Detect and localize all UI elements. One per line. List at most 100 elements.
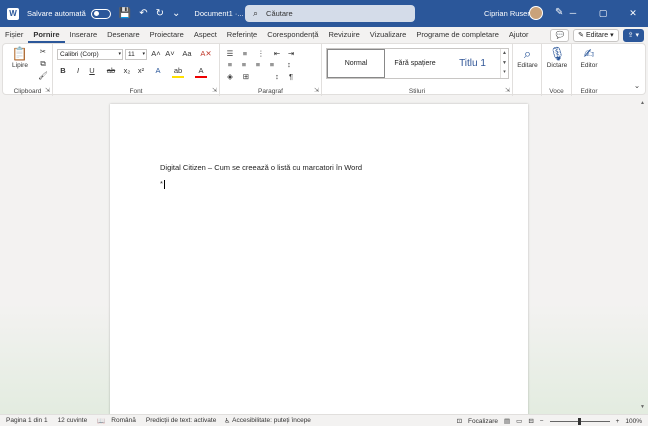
- dictate-button[interactable]: 🎙 Dictare: [544, 47, 570, 70]
- close-button[interactable]: ✕: [618, 0, 648, 27]
- paste-label: Lipire: [12, 62, 28, 69]
- tab-review[interactable]: Revizuire: [324, 27, 365, 43]
- window-controls: ─ ▢ ✕: [558, 0, 648, 27]
- increase-indent-icon[interactable]: ⇥: [285, 49, 297, 59]
- decrease-indent-icon[interactable]: ⇤: [271, 49, 283, 59]
- italic-button[interactable]: I: [72, 66, 84, 76]
- font-name-select[interactable]: Calibri (Corp) ▾: [57, 49, 123, 60]
- customize-toolbar-icon[interactable]: ⌄: [172, 8, 180, 19]
- vertical-scrollbar[interactable]: ▲ ▼: [640, 100, 646, 410]
- sort-icon[interactable]: ↕: [271, 72, 283, 82]
- redo-icon[interactable]: ↻: [156, 8, 164, 19]
- comments-button[interactable]: 💬: [550, 28, 570, 42]
- avatar[interactable]: [529, 6, 543, 20]
- editing-mode-button[interactable]: ✎ Editare ▾: [573, 28, 619, 42]
- align-left-icon[interactable]: ≡: [224, 60, 236, 70]
- zoom-in-button[interactable]: +: [616, 418, 620, 425]
- cut-icon[interactable]: ✂: [37, 47, 49, 57]
- scroll-up-icon[interactable]: ▲: [640, 100, 645, 106]
- bold-button[interactable]: B: [57, 66, 69, 76]
- tab-mailings[interactable]: Corespondență: [262, 27, 323, 43]
- undo-icon[interactable]: ↶: [139, 8, 147, 19]
- tab-help[interactable]: Ajutor: [504, 27, 534, 43]
- share-button[interactable]: ⇪ ▾: [622, 28, 644, 42]
- user-name[interactable]: Ciprian Rusen: [484, 9, 532, 18]
- word-count[interactable]: 12 cuvinte: [58, 417, 88, 424]
- tab-addins[interactable]: Programe de completare: [411, 27, 504, 43]
- editing-button[interactable]: ⌕ Editare: [515, 47, 540, 70]
- align-right-icon[interactable]: ≡: [252, 60, 264, 70]
- clear-formatting-icon[interactable]: A✕: [200, 49, 212, 59]
- tab-file[interactable]: Fișier: [0, 27, 28, 43]
- maximize-button[interactable]: ▢: [588, 0, 618, 27]
- minimize-button[interactable]: ─: [558, 0, 588, 27]
- font-color-icon[interactable]: A: [195, 66, 207, 78]
- document-page[interactable]: Digital Citizen – Cum se creează o listă…: [110, 104, 528, 414]
- web-layout-icon[interactable]: ⊟: [528, 417, 533, 425]
- shading-icon[interactable]: ◈: [224, 72, 236, 82]
- style-no-spacing[interactable]: Fără spațiere: [385, 49, 445, 78]
- tab-draw[interactable]: Desenare: [102, 27, 145, 43]
- styles-scroll[interactable]: ▲ ▼ ▾: [500, 49, 508, 78]
- show-marks-icon[interactable]: ¶: [285, 72, 297, 82]
- editor-button[interactable]: ✍ Editor: [575, 47, 603, 70]
- text-effects-icon[interactable]: A: [152, 66, 164, 76]
- shrink-font-icon[interactable]: A˅: [164, 49, 176, 59]
- styles-launcher-icon[interactable]: ⇲: [505, 87, 510, 94]
- focus-label[interactable]: Focalizare: [468, 418, 498, 425]
- collapse-ribbon-icon[interactable]: ⌄: [631, 81, 643, 91]
- tab-view[interactable]: Vizualizare: [365, 27, 412, 43]
- style-heading-1[interactable]: Titlu 1: [445, 49, 500, 78]
- align-center-icon[interactable]: ≡: [238, 60, 250, 70]
- search-input[interactable]: ⌕ Căutare: [245, 5, 415, 22]
- document-name[interactable]: Document1 ·...: [194, 9, 243, 18]
- clipboard-launcher-icon[interactable]: ⇲: [45, 87, 50, 94]
- multilevel-list-icon[interactable]: ⋮: [255, 49, 267, 59]
- zoom-slider-thumb[interactable]: [577, 417, 581, 425]
- font-size-select[interactable]: 11 ▾: [125, 49, 147, 60]
- document-text-line-2[interactable]: *: [160, 179, 165, 189]
- proofing-icon[interactable]: 📖: [97, 417, 105, 425]
- subscript-button[interactable]: x₂: [121, 66, 133, 76]
- document-text-line-1[interactable]: Digital Citizen – Cum se creează o listă…: [160, 163, 362, 172]
- accessibility-icon[interactable]: ♿: [224, 417, 230, 425]
- zoom-level[interactable]: 100%: [625, 418, 642, 425]
- format-painter-icon[interactable]: 🖌: [37, 71, 49, 81]
- zoom-out-button[interactable]: −: [540, 418, 544, 425]
- font-launcher-icon[interactable]: ⇲: [212, 87, 217, 94]
- line-spacing-icon[interactable]: ↕: [283, 60, 295, 70]
- bullets-icon[interactable]: ☰: [224, 49, 236, 59]
- copy-icon[interactable]: ⧉: [37, 59, 49, 69]
- underline-button[interactable]: U: [86, 66, 98, 76]
- page-count[interactable]: Pagina 1 din 1: [6, 417, 48, 424]
- superscript-button[interactable]: x²: [135, 66, 147, 76]
- font-size-value: 11: [128, 51, 135, 58]
- focus-icon[interactable]: ⊡: [457, 417, 462, 425]
- tab-references[interactable]: Referințe: [222, 27, 262, 43]
- paragraph-launcher-icon[interactable]: ⇲: [314, 87, 319, 94]
- accessibility-status[interactable]: Accesibilitate: puteți începe: [232, 417, 311, 424]
- tab-insert[interactable]: Inserare: [65, 27, 103, 43]
- strikethrough-button[interactable]: ab: [105, 66, 117, 76]
- text-predictions[interactable]: Predicții de text: activate: [146, 417, 216, 424]
- tab-layout[interactable]: Aspect: [189, 27, 222, 43]
- tab-design[interactable]: Proiectare: [145, 27, 189, 43]
- paste-button[interactable]: 📋 Lipire: [9, 47, 31, 70]
- style-normal[interactable]: Normal: [327, 49, 385, 78]
- language[interactable]: Română: [111, 417, 136, 424]
- styles-group-label: Stiluri: [408, 88, 426, 95]
- highlight-color-icon[interactable]: ab: [172, 66, 184, 78]
- scroll-down-icon[interactable]: ▼: [640, 404, 645, 410]
- tab-home[interactable]: Pornire: [28, 27, 65, 43]
- zoom-slider[interactable]: [549, 417, 610, 425]
- clipboard-group: 📋 Lipire ✂ ⧉ 🖌 Clipboard ⇲: [3, 44, 53, 96]
- borders-icon[interactable]: ⊞: [240, 72, 252, 82]
- grow-font-icon[interactable]: A˄: [150, 49, 162, 59]
- numbering-icon[interactable]: ≡: [239, 49, 251, 59]
- print-layout-icon[interactable]: ▭: [516, 417, 522, 425]
- justify-icon[interactable]: ≡: [266, 60, 278, 70]
- save-icon[interactable]: 💾: [119, 8, 131, 19]
- read-mode-icon[interactable]: ▤: [504, 417, 510, 425]
- autosave-toggle[interactable]: [90, 8, 111, 19]
- change-case-icon[interactable]: Aa: [179, 49, 195, 59]
